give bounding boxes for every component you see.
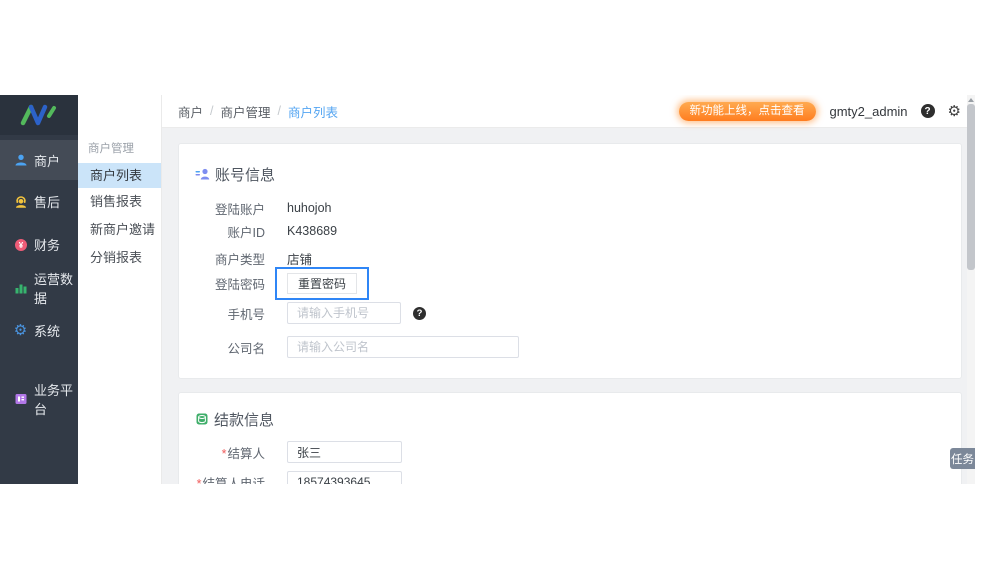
topbar: 商户 / 商户管理 / 商户列表 新功能上线，点击查看 gmty2_admin …: [162, 95, 967, 128]
sidebar-item-finance[interactable]: ¥ 财务: [0, 223, 78, 266]
sidebar-item-label: 售后: [34, 195, 61, 210]
sidebar-item-merchant[interactable]: 商户: [0, 140, 78, 180]
settlement-info-icon: [195, 412, 209, 426]
sidebar-item-operation-data[interactable]: 运营数据: [0, 266, 78, 309]
merchant-type-value: 店铺: [287, 252, 313, 267]
phone-row: 手机号 ?: [179, 302, 961, 324]
section-title-text: 结款信息: [214, 411, 275, 429]
system-icon: ⚙: [13, 322, 28, 339]
section-title-text: 账号信息: [215, 166, 276, 184]
submenu-item-merchant-list[interactable]: 商户列表: [78, 163, 161, 188]
company-input[interactable]: [287, 336, 519, 358]
operation-data-icon: [13, 280, 28, 295]
merchant-icon: [13, 153, 28, 168]
settler-phone-input[interactable]: [287, 471, 402, 484]
login-account-label: 登陆账户: [214, 202, 265, 217]
account-id-label: 账户ID: [227, 225, 265, 240]
required-mark: *: [196, 476, 202, 485]
submenu-title: 商户管理: [88, 143, 134, 155]
settler-input[interactable]: [287, 441, 402, 463]
sidebar-item-label: 运营数据: [34, 271, 74, 306]
submenu-item-new-merchant-invite[interactable]: 新商户邀请: [78, 216, 161, 244]
settler-phone-label: *结算人电话: [179, 473, 265, 485]
password-row: 登陆密码 重置密码: [179, 267, 961, 300]
main-area: 商户 / 商户管理 / 商户列表 新功能上线，点击查看 gmty2_admin …: [162, 95, 967, 484]
phone-input[interactable]: [287, 302, 401, 324]
username[interactable]: gmty2_admin: [830, 104, 908, 119]
reset-password-focus-ring: 重置密码: [275, 267, 370, 300]
phone-label: 手机号: [227, 307, 265, 322]
sidebar-item-system[interactable]: ⚙ 系统: [0, 309, 78, 352]
topbar-right: 新功能上线，点击查看 gmty2_admin ? ⚙: [678, 101, 961, 121]
settler-label: *结算人: [221, 446, 265, 461]
brand-logo: [0, 95, 78, 135]
settler-row: *结算人: [179, 441, 961, 463]
sidebar-item-business-platform[interactable]: 业务平台: [0, 377, 78, 420]
account-id-value: K438689: [287, 224, 338, 238]
breadcrumb: 商户 / 商户管理 / 商户列表: [178, 102, 338, 121]
sidebar-item-label: 业务平台: [34, 382, 74, 417]
breadcrumb-merchant[interactable]: 商户: [178, 102, 203, 121]
app-window: 商户 售后 ¥ 财务 运营数据 ⚙ 系统 业务平台 商户管理 商户列表 销售报表…: [0, 95, 975, 484]
breadcrumb-merchant-list: 商户列表: [288, 105, 339, 120]
account-section-title: 账号信息: [195, 166, 961, 184]
phone-help-icon[interactable]: ?: [413, 306, 426, 320]
required-mark: *: [221, 446, 227, 461]
brand-logo-icon: [20, 104, 56, 126]
submenu-item-sales-report[interactable]: 销售报表: [78, 188, 161, 216]
company-row: 公司名: [179, 336, 961, 358]
page-content: 账号信息 登陆账户 huhojoh 账户ID K438689 商户类型 店铺 登…: [162, 128, 967, 484]
vertical-scrollbar[interactable]: [967, 95, 975, 484]
finance-icon: ¥: [13, 237, 28, 252]
sidebar-item-label: 财务: [34, 238, 61, 253]
company-label: 公司名: [227, 341, 265, 356]
account-info-card: 账号信息 登陆账户 huhojoh 账户ID K438689 商户类型 店铺 登…: [178, 143, 962, 379]
sidebar-item-label: 商户: [34, 153, 61, 169]
breadcrumb-separator: /: [210, 104, 214, 118]
merchant-type-row: 商户类型 店铺: [179, 248, 961, 268]
aftersale-icon: [13, 194, 28, 209]
submenu-item-distribution-report[interactable]: 分销报表: [78, 244, 161, 272]
login-account-row: 登陆账户 huhojoh: [179, 198, 961, 218]
secondary-sidebar: 商户管理 商户列表 销售报表 新商户邀请 分销报表: [78, 95, 162, 484]
scrollbar-thumb[interactable]: [967, 104, 975, 270]
svg-text:¥: ¥: [18, 241, 23, 250]
business-platform-icon: [13, 391, 28, 406]
sidebar-item-aftersale[interactable]: 售后: [0, 180, 78, 223]
scrollbar-up-arrow[interactable]: [968, 98, 974, 102]
task-side-tab[interactable]: 任务: [950, 448, 975, 469]
account-info-icon: [195, 167, 210, 181]
password-label: 登陆密码: [214, 278, 265, 292]
new-feature-badge[interactable]: 新功能上线，点击查看: [678, 101, 816, 121]
reset-password-button[interactable]: 重置密码: [287, 273, 358, 294]
merchant-type-label: 商户类型: [214, 252, 265, 267]
help-icon[interactable]: ?: [920, 104, 935, 118]
account-id-row: 账户ID K438689: [179, 221, 961, 241]
breadcrumb-separator: /: [277, 104, 281, 118]
sidebar-item-label: 系统: [34, 324, 61, 339]
login-account-value: huhojoh: [287, 201, 332, 215]
settlement-section-title: 结款信息: [195, 411, 961, 429]
settings-gear-icon[interactable]: ⚙: [948, 104, 961, 119]
settlement-info-card: 结款信息 *结算人 *结算人电话: [178, 392, 962, 484]
primary-sidebar: 商户 售后 ¥ 财务 运营数据 ⚙ 系统 业务平台: [0, 95, 78, 484]
settler-phone-row: *结算人电话: [179, 471, 961, 484]
breadcrumb-merchant-management[interactable]: 商户管理: [221, 102, 271, 121]
